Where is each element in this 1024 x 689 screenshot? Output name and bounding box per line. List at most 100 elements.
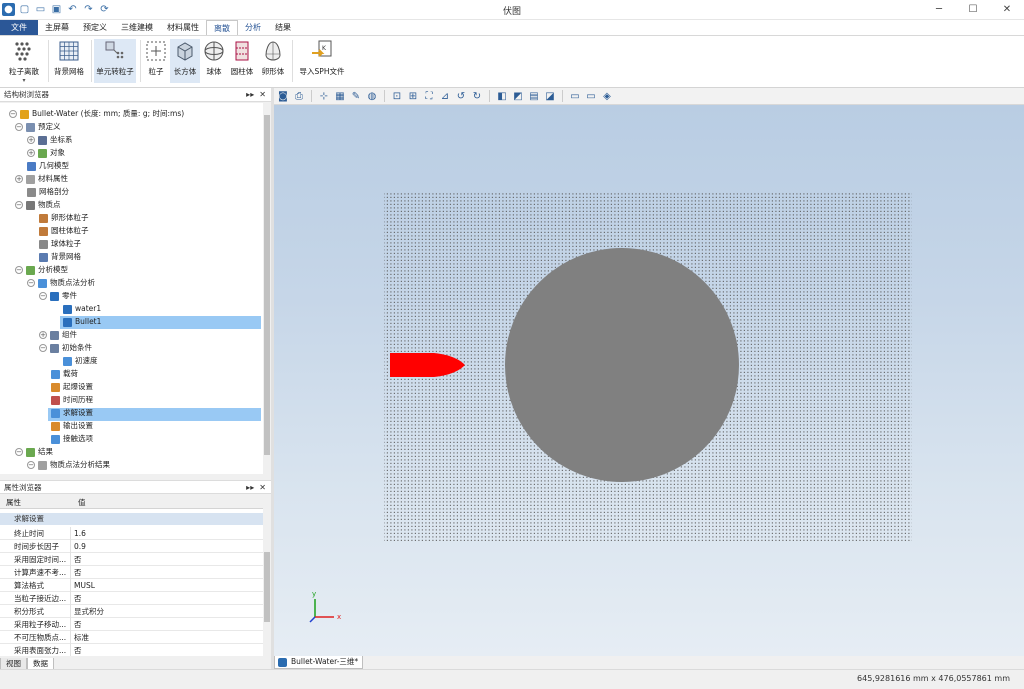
tree-item[interactable]: 圆柱体粒子	[27, 224, 89, 237]
collapse-icon[interactable]: −	[39, 292, 47, 300]
tab-predefine[interactable]: 预定义	[76, 20, 114, 35]
minimize-icon[interactable]: ─	[922, 0, 956, 20]
property-value[interactable]: 1.6	[74, 527, 86, 540]
layers-icon[interactable]: ◈	[600, 90, 614, 103]
tab-material[interactable]: 材料属性	[160, 20, 206, 35]
tab-home[interactable]: 主屏幕	[38, 20, 76, 35]
expand-icon[interactable]: +	[27, 136, 35, 144]
tree-item[interactable]: 卵形体粒子	[27, 211, 89, 224]
tree-item[interactable]: 求解设置	[39, 406, 93, 419]
collapse-icon[interactable]: −	[27, 461, 35, 469]
print-icon[interactable]: ⎙	[292, 90, 306, 103]
tree-item[interactable]: 时间历程	[39, 393, 93, 406]
property-row[interactable]: 采用表面张力... 否	[0, 644, 263, 656]
tree-item[interactable]: − 物质点法分析结果	[27, 458, 110, 471]
close-icon[interactable]: ✕	[990, 0, 1024, 20]
collapse-icon[interactable]: −	[9, 110, 17, 118]
property-value[interactable]: 标准	[74, 631, 89, 644]
tree-item[interactable]: + 材料属性	[15, 172, 68, 185]
color-map-icon[interactable]: ◪	[543, 90, 557, 103]
property-row[interactable]: 计算声速不考... 否	[0, 566, 263, 579]
mesh-view-icon[interactable]: ▤	[527, 90, 541, 103]
tree-item[interactable]: 初速度	[51, 354, 98, 367]
document-tab[interactable]: Bullet-Water-三维*	[274, 656, 364, 669]
property-row[interactable]: 采用粒子移动... 否	[0, 618, 263, 631]
cuboid-button[interactable]: 长方体	[170, 39, 200, 83]
zoom-window-icon[interactable]: ⊡	[390, 90, 404, 103]
tree-item[interactable]: 网格剖分	[15, 185, 69, 198]
property-value[interactable]: 0.9	[74, 540, 86, 553]
rotate-left-icon[interactable]: ↺	[454, 90, 468, 103]
particle-button[interactable]: 粒子	[143, 39, 169, 83]
property-row[interactable]: 积分形式 显式积分	[0, 605, 263, 618]
cylinder-button[interactable]: 圆柱体	[228, 39, 256, 83]
expand-icon[interactable]: +	[39, 331, 47, 339]
property-scrollbar-thumb[interactable]	[264, 552, 270, 622]
tab-results[interactable]: 结果	[268, 20, 298, 35]
collapse-icon[interactable]: −	[15, 448, 23, 456]
property-value[interactable]: 否	[74, 618, 82, 631]
maximize-icon[interactable]: ☐	[956, 0, 990, 20]
tree-item[interactable]: 球体粒子	[27, 237, 81, 250]
property-value[interactable]: 否	[74, 553, 82, 566]
zoom-all-icon[interactable]: ⛶	[422, 90, 436, 103]
import-sph-button[interactable]: K 导入SPH文件	[296, 39, 348, 83]
collapse-icon[interactable]: −	[27, 279, 35, 287]
tree-item[interactable]: − 零件	[39, 289, 77, 302]
sphere-button[interactable]: 球体	[201, 39, 227, 83]
scene-canvas[interactable]: y x	[274, 105, 1024, 656]
tree-item[interactable]: 起爆设置	[39, 380, 93, 393]
tree-scrollbar-thumb[interactable]	[264, 115, 270, 455]
pin-icon[interactable]: ▸▸	[246, 483, 254, 492]
tree-item[interactable]: − Bullet-Water (长度: mm; 质量: g; 时间:ms)	[9, 107, 184, 120]
background-grid-button[interactable]: 背景网格	[52, 39, 86, 83]
rotate-right-icon[interactable]: ↻	[470, 90, 484, 103]
tree-item[interactable]: − 物质点	[15, 198, 61, 211]
tree-item[interactable]: 几何模型	[15, 159, 69, 172]
ovoid-button[interactable]: 卵形体	[258, 39, 288, 83]
property-value[interactable]: MUSL	[74, 579, 95, 592]
property-value[interactable]: 显式积分	[74, 605, 104, 618]
tree-item[interactable]: water1	[51, 302, 101, 315]
particle-discretize-button[interactable]: 粒子离散 ▾	[4, 39, 44, 84]
clip-icon[interactable]: ◩	[511, 90, 525, 103]
tree-item[interactable]: + 对象	[27, 146, 65, 159]
tree-item[interactable]: − 分析模型	[15, 263, 68, 276]
display-mode-icon[interactable]: ▦	[333, 90, 347, 103]
property-row[interactable]: 采用固定时间... 否	[0, 553, 263, 566]
tree-item[interactable]: + 坐标系	[27, 133, 73, 146]
render-icon[interactable]: ◍	[365, 90, 379, 103]
property-row[interactable]: 终止时间 1.6	[0, 527, 263, 540]
tree-item[interactable]: − 初始条件	[39, 341, 92, 354]
property-scrollbar[interactable]	[263, 496, 271, 656]
tab-file[interactable]: 文件	[0, 20, 38, 35]
paint-icon[interactable]: ✎	[349, 90, 363, 103]
collapse-icon[interactable]: −	[39, 344, 47, 352]
tree-item[interactable]: 接触选项	[39, 432, 93, 445]
property-value[interactable]: 否	[74, 566, 82, 579]
property-row[interactable]: 时间步长因子 0.9	[0, 540, 263, 553]
pane-close-icon[interactable]: ✕	[259, 90, 266, 99]
tree-item[interactable]: + 组件	[39, 328, 77, 341]
tree-item[interactable]: − 预定义	[15, 120, 61, 133]
tab-discretize[interactable]: 离散	[206, 20, 238, 35]
collapse-icon[interactable]: −	[15, 201, 23, 209]
view-direction-icon[interactable]: ⊹	[317, 90, 331, 103]
tree-item[interactable]: 背景网格	[27, 250, 81, 263]
expand-icon[interactable]: +	[15, 175, 23, 183]
3d-viewport[interactable]: y x	[274, 105, 1024, 656]
pin-icon[interactable]: ▸▸	[246, 90, 254, 99]
property-row[interactable]: 算法格式 MUSL	[0, 579, 263, 592]
pane-close-icon[interactable]: ✕	[259, 483, 266, 492]
collapse-icon[interactable]: −	[15, 266, 23, 274]
tab-3d-modeling[interactable]: 三维建模	[114, 20, 160, 35]
tree-item[interactable]: Bullet1	[51, 315, 101, 328]
screenshot-icon[interactable]: ◙	[276, 90, 290, 103]
property-value[interactable]: 否	[74, 644, 82, 656]
expand-icon[interactable]: +	[27, 149, 35, 157]
show-icon[interactable]: ▭	[584, 90, 598, 103]
dropdown-arrow-icon[interactable]: ▾	[4, 77, 44, 84]
section-icon[interactable]: ◧	[495, 90, 509, 103]
tree-item[interactable]: 载荷	[39, 367, 78, 380]
tree-item[interactable]: − 结果	[15, 445, 53, 458]
